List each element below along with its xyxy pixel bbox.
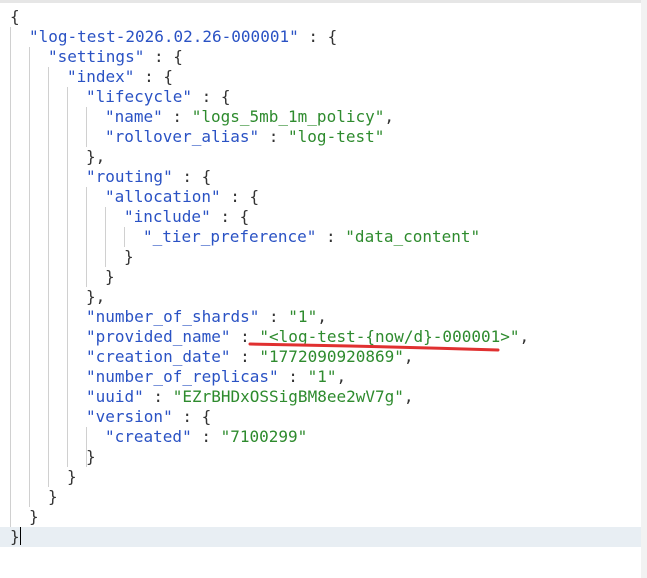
vertical-scrollbar[interactable]: [641, 0, 647, 578]
json-key: "_tier_preference": [143, 227, 317, 246]
json-value: "1": [307, 367, 337, 386]
code-line: "rollover_alias" : "log-test": [105, 127, 385, 146]
json-key: "provided_name": [86, 327, 231, 346]
json-key: "number_of_replicas": [86, 367, 279, 386]
code-line: "log-test-2026.02.26-000001" : {: [29, 27, 338, 46]
code-line: "lifecycle" : {: [86, 87, 231, 106]
code-line: }: [86, 447, 96, 466]
json-value: "EZrBHDxOSSigBM8ee2wV7g": [172, 387, 404, 406]
json-key: "uuid": [86, 387, 144, 406]
code-line: {: [10, 7, 20, 26]
code-line: "created" : "7100299": [105, 427, 308, 446]
json-value: "logs_5mb_1m_policy": [191, 107, 385, 126]
json-key: "created": [105, 427, 192, 446]
json-key: "creation_date": [86, 347, 231, 366]
editor-top-border: [0, 0, 647, 3]
indent-guide: [10, 27, 11, 527]
code-line: }: [124, 247, 134, 266]
code-line: "routing" : {: [86, 167, 212, 186]
code-line: "name" : "logs_5mb_1m_policy",: [105, 107, 394, 126]
json-value: "7100299": [220, 427, 308, 446]
code-line: "number_of_replicas" : "1",: [86, 367, 347, 386]
json-value: "1": [288, 307, 318, 326]
code-line: "_tier_preference" : "data_content": [143, 227, 481, 246]
json-key: "version": [86, 407, 173, 426]
code-line: "index" : {: [67, 67, 173, 86]
code-line: "number_of_shards" : "1",: [86, 307, 327, 326]
json-value: "data_content": [345, 227, 481, 246]
json-key: "routing": [86, 167, 173, 186]
indent-guide: [67, 87, 68, 467]
code-line: "include" : {: [124, 207, 250, 226]
indent-guide: [86, 187, 87, 287]
json-value: "log-test": [288, 127, 385, 146]
code-line: }: [105, 267, 115, 286]
indent-guide: [86, 107, 87, 147]
json-key: "log-test-2026.02.26-000001": [29, 27, 299, 46]
json-key: "number_of_shards": [86, 307, 260, 326]
code-line: "uuid" : "EZrBHDxOSSigBM8ee2wV7g",: [86, 387, 414, 406]
active-line-highlight: [0, 527, 647, 547]
code-line: }: [10, 527, 21, 546]
text-cursor: [19, 527, 21, 545]
json-key: "rollover_alias": [105, 127, 260, 146]
code-line: },: [86, 147, 106, 166]
provided-name-value: "<log-test-{now/d}-000001>": [259, 327, 520, 346]
code-line: }: [29, 507, 39, 526]
json-key: "settings": [48, 47, 145, 66]
indent-guide: [105, 207, 106, 267]
code-line: "provided_name" : "<log-test-{now/d}-000…: [86, 327, 530, 346]
indent-guide: [48, 67, 49, 487]
json-key: "name": [105, 107, 163, 126]
indent-guide: [124, 227, 125, 247]
code-line: "allocation" : {: [105, 187, 260, 206]
json-key: "index": [67, 67, 135, 86]
code-line: }: [67, 467, 77, 486]
json-response-editor[interactable]: { "log-test-2026.02.26-000001" : { "sett…: [0, 0, 647, 578]
code-line: }: [48, 487, 58, 506]
json-value: "1772090920869": [259, 347, 404, 366]
json-key: "include": [124, 207, 211, 226]
code-line: "settings" : {: [48, 47, 183, 66]
indent-guide: [29, 47, 30, 507]
code-line: "creation_date" : "1772090920869",: [86, 347, 414, 366]
code-line: },: [86, 287, 106, 306]
json-key: "allocation": [105, 187, 221, 206]
json-key: "lifecycle": [86, 87, 192, 106]
code-line: "version" : {: [86, 407, 212, 426]
